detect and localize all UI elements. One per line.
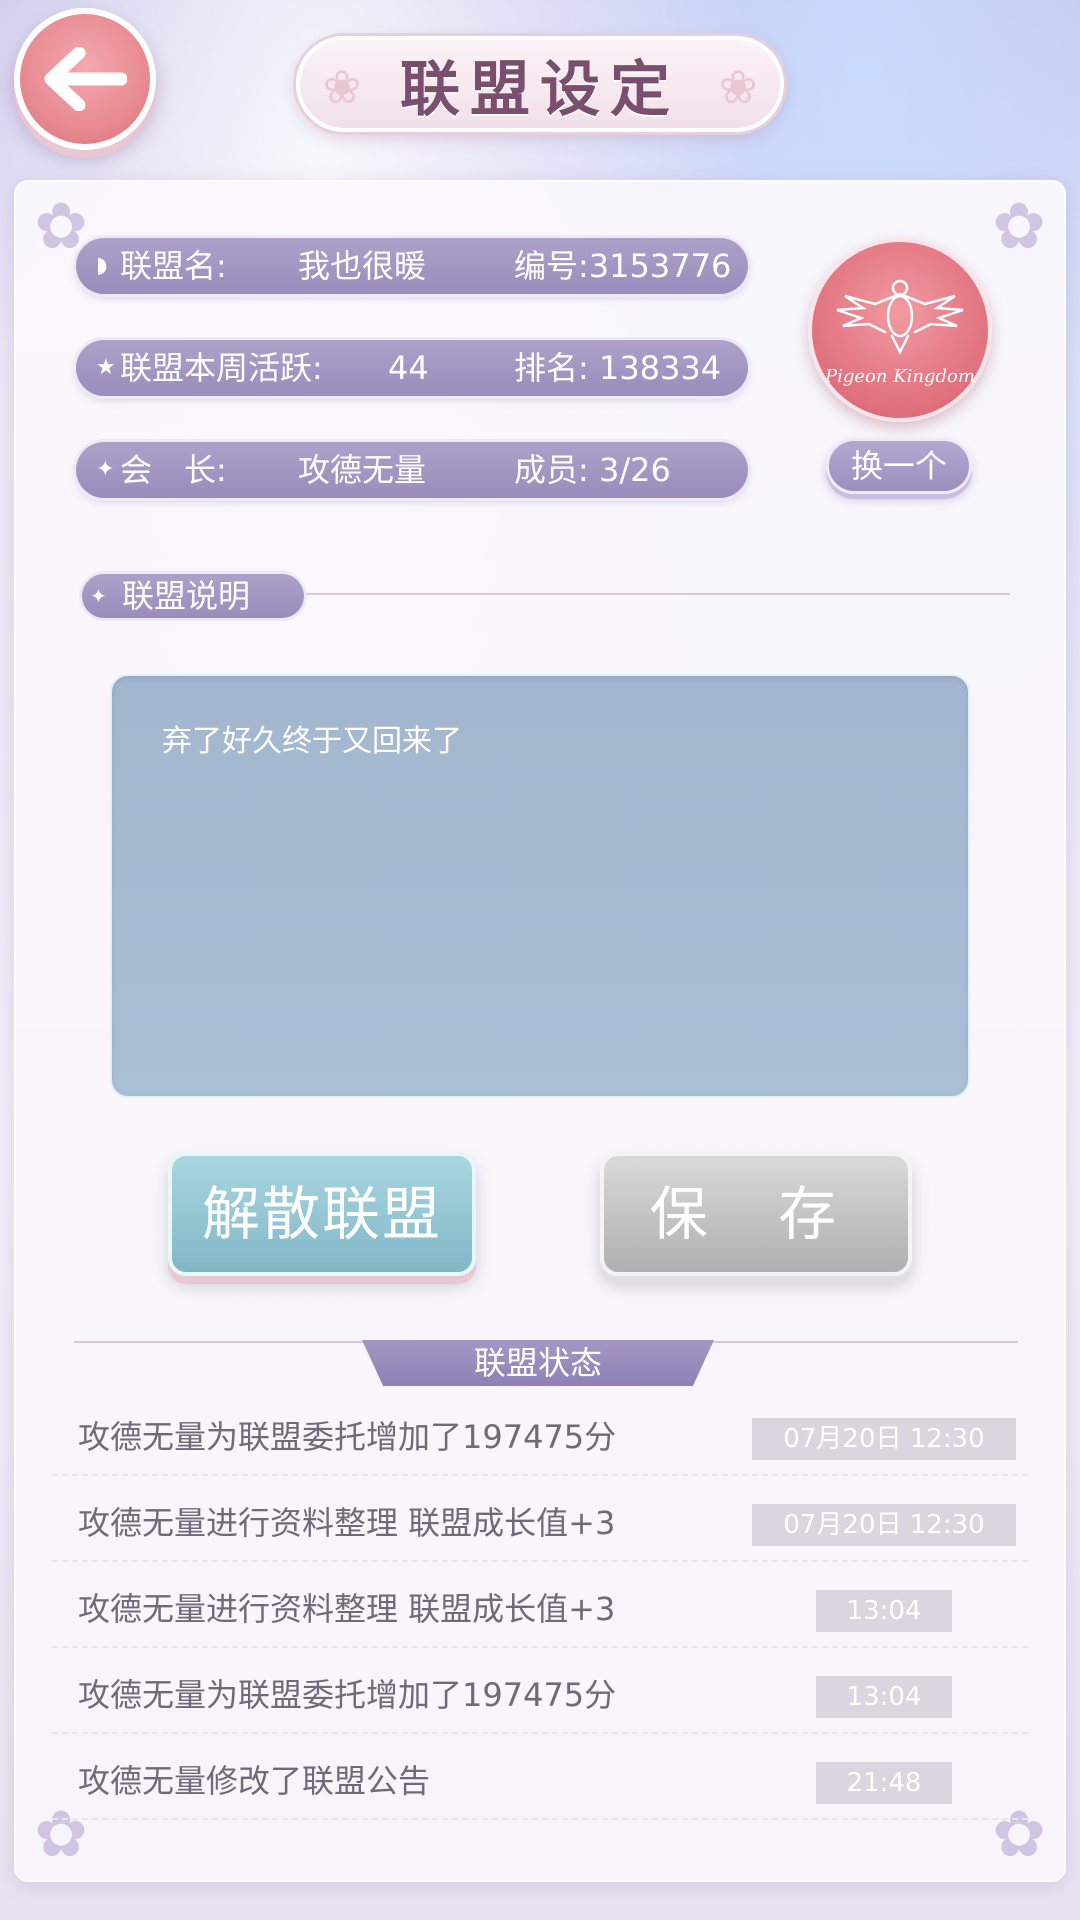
weekly-activity-label: 联盟本周活跃: [120,349,323,387]
weekly-activity-value: 44 [388,349,429,387]
arrow-left-icon [44,47,127,111]
status-log-item: 攻德无量修改了联盟公告 21:48 [52,1734,1028,1820]
status-log-item: 攻德无量进行资料整理 联盟成长值+3 13:04 [52,1562,1028,1648]
leader-value: 攻德无量 [298,451,427,489]
sparkle-icon: ✦ [90,584,107,608]
members-value: 成员: 3/26 [514,451,671,489]
description-textarea[interactable]: 弃了好久终于又回来了 [110,674,970,1098]
winged-crest-icon [836,279,964,355]
weekly-activity-row: ★ 联盟本周活跃: 44 排名: 138334 [76,340,748,396]
log-timestamp: 13:04 [816,1590,952,1632]
log-timestamp: 13:04 [816,1676,952,1718]
alliance-name-row: ◗ 联盟名: 我也很暖 编号:3153776 [76,238,748,294]
log-timestamp: 21:48 [816,1762,952,1804]
alliance-name-value: 我也很暖 [298,247,427,285]
status-log-item: 攻德无量进行资料整理 联盟成长值+3 07月20日 12:30 [52,1476,1028,1562]
rose-ornament-icon: ❀ [322,60,362,114]
description-section-title: ✦ 联盟说明 [82,574,304,618]
description-text: 弃了好久终于又回来了 [162,724,462,759]
status-log-item: 攻德无量为联盟委托增加了197475分 07月20日 12:30 [52,1390,1028,1476]
section-divider [300,593,1010,595]
status-log-item: 攻德无量为联盟委托增加了197475分 13:04 [52,1648,1028,1734]
log-timestamp: 07月20日 12:30 [752,1504,1016,1546]
log-timestamp: 07月20日 12:30 [752,1418,1016,1460]
rank-value: 排名: 138334 [514,349,722,387]
disband-alliance-button[interactable]: 解散联盟 [168,1152,476,1276]
status-section-title: 联盟状态 [362,1340,714,1386]
alliance-emblem: Pigeon Kingdom [808,238,992,422]
back-button[interactable] [14,8,156,150]
rose-ornament-icon: ❀ [718,60,758,114]
log-text: 攻德无量修改了联盟公告 [78,1762,431,1800]
log-text: 攻德无量进行资料整理 联盟成长值+3 [78,1590,616,1628]
shield-icon: ◗ [96,253,108,278]
save-button[interactable]: 保 存 [600,1152,912,1276]
leader-label: 会 长: [120,451,227,489]
log-text: 攻德无量为联盟委托增加了197475分 [78,1418,617,1456]
emblem-caption: Pigeon Kingdom [825,365,975,387]
alliance-id-value: 编号:3153776 [514,247,732,285]
alliance-name-label: 联盟名: [120,247,227,285]
sparkle-icon: ✦ [96,457,115,482]
page-title-plaque: ❀ 联盟设定 ❀ [296,36,784,132]
rose-corner-icon: ✿ [992,190,1046,264]
log-text: 攻德无量为联盟委托增加了197475分 [78,1676,617,1714]
log-text: 攻德无量进行资料整理 联盟成长值+3 [78,1504,616,1542]
change-emblem-button[interactable]: 换一个 [826,438,972,494]
page-title: 联盟设定 [400,54,680,125]
star-icon: ★ [96,355,116,380]
leader-row: ✦ 会 长: 攻德无量 成员: 3/26 [76,442,748,498]
